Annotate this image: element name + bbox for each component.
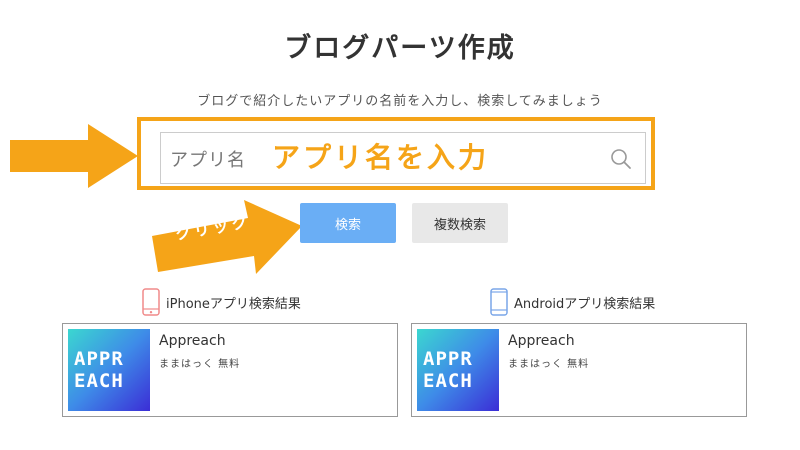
app-name: Appreach (508, 333, 575, 349)
search-input-placeholder: アプリ名 (170, 150, 246, 171)
app-icon-line1: APPR (74, 348, 124, 370)
iphone-results-text: iPhoneアプリ検索結果 (166, 296, 301, 312)
app-meta: ままはっく 無料 (159, 359, 241, 370)
app-icon-line2: EACH (423, 370, 473, 392)
app-meta: ままはっく 無料 (508, 359, 590, 370)
appreach-app-icon: APPR EACH (417, 329, 499, 411)
android-results-label: Androidアプリ検索結果 (490, 288, 655, 316)
arrow-right-annotation (10, 124, 138, 188)
iphone-icon (142, 288, 160, 316)
click-arrow-annotation (152, 200, 302, 274)
iphone-result-card[interactable]: APPR EACH Appreach ままはっく 無料 (62, 323, 398, 417)
app-icon-line2: EACH (74, 370, 124, 392)
search-icon[interactable] (610, 148, 632, 170)
page-title: ブログパーツ作成 (284, 33, 516, 64)
android-results-text: Androidアプリ検索結果 (514, 296, 656, 312)
page-subtitle: ブログで紹介したいアプリの名前を入力し、検索してみましょう (197, 94, 603, 109)
app-icon-line1: APPR (423, 348, 473, 370)
input-annotation-label: アプリ名を入力 (272, 141, 490, 174)
android-phone-icon (490, 288, 508, 316)
app-name: Appreach (159, 333, 226, 349)
android-result-card[interactable]: APPR EACH Appreach ままはっく 無料 (411, 323, 747, 417)
appreach-app-icon: APPR EACH (68, 329, 150, 411)
search-button[interactable]: 検索 (300, 203, 396, 243)
iphone-results-label: iPhoneアプリ検索結果 (142, 288, 301, 316)
multi-search-button[interactable]: 複数検索 (412, 203, 508, 243)
